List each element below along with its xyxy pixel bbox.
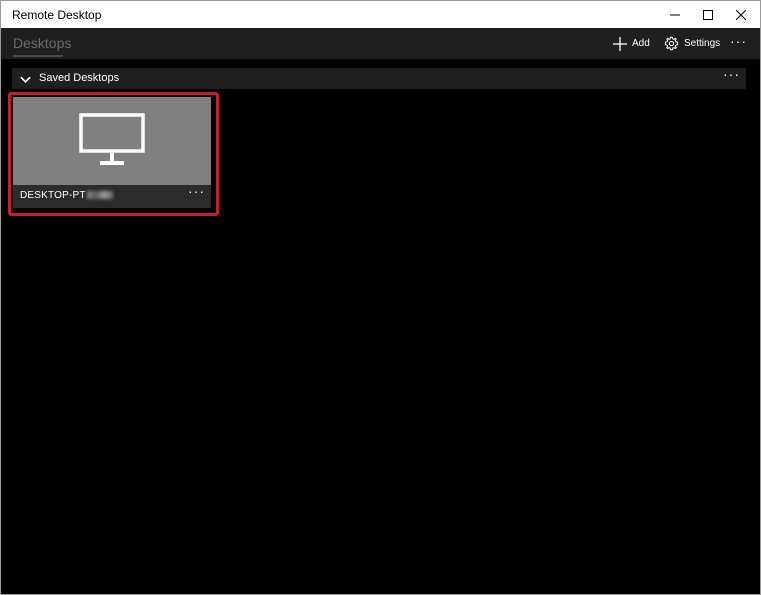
chevron-down-icon (20, 72, 31, 90)
group-title: Saved Desktops (39, 72, 120, 84)
add-button[interactable]: Add (613, 28, 650, 59)
close-icon (736, 9, 746, 20)
more-options-button[interactable]: ··· (730, 25, 747, 56)
minimize-button[interactable] (658, 1, 692, 28)
desktop-more-button[interactable]: ··· (188, 183, 205, 199)
settings-button[interactable]: Settings (664, 28, 720, 59)
desktop-tile[interactable]: DESKTOP-PT ··· (13, 97, 211, 208)
minimize-icon (670, 14, 680, 15)
close-button[interactable] (724, 1, 758, 28)
title-bar: Remote Desktop (1, 1, 760, 28)
saved-desktops-group-header[interactable]: Saved Desktops ··· (12, 66, 746, 90)
tab-indicator (13, 55, 63, 57)
command-bar: Desktops Add Settings ··· (1, 28, 760, 59)
group-more-button[interactable]: ··· (723, 66, 740, 82)
desktop-name-text: DESKTOP-PT (20, 190, 86, 201)
add-label: Add (632, 38, 650, 49)
desktop-name: DESKTOP-PT (20, 190, 113, 201)
maximize-icon (703, 9, 713, 20)
redacted-text (86, 191, 113, 200)
plus-icon (613, 36, 627, 51)
desktop-tile-footer: DESKTOP-PT ··· (13, 183, 211, 208)
remote-desktop-window: Remote Desktop Desktops Add Settings ···… (0, 0, 761, 595)
window-title: Remote Desktop (12, 8, 102, 22)
settings-label: Settings (684, 38, 721, 49)
tab-desktops[interactable]: Desktops (13, 35, 71, 51)
gear-icon (664, 36, 679, 51)
desktop-thumbnail (13, 97, 211, 185)
monitor-icon (79, 113, 145, 165)
maximize-button[interactable] (691, 1, 725, 28)
